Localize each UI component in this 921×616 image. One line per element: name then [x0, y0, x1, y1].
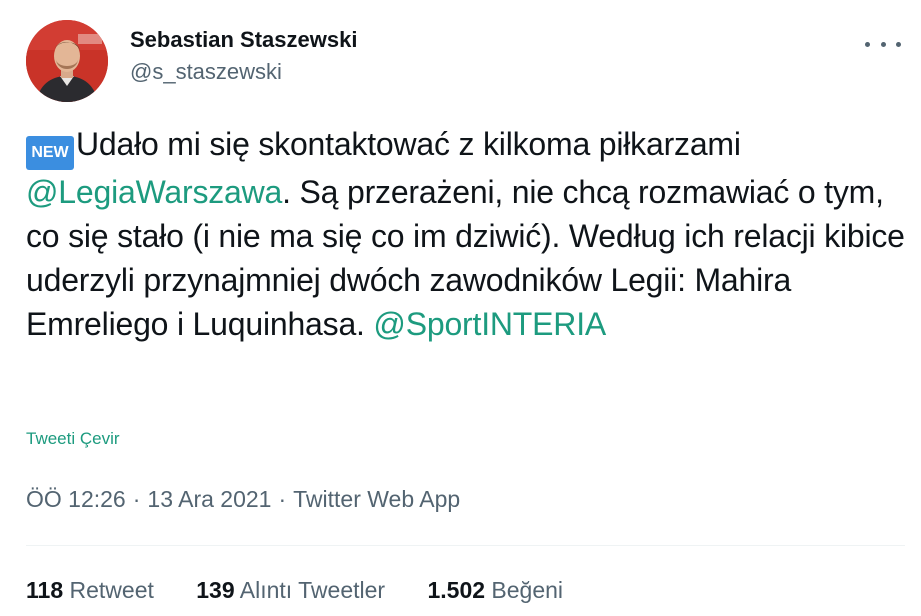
- mention-link-legia[interactable]: @LegiaWarszawa: [26, 174, 282, 210]
- likes-stat[interactable]: 1.502 Beğeni: [427, 574, 563, 606]
- divider: [26, 545, 905, 546]
- tweet-header: Sebastian Staszewski @s_staszewski: [26, 20, 905, 102]
- ellipsis-icon: [865, 41, 870, 47]
- more-options-button[interactable]: [865, 34, 901, 54]
- tweet-meta: ÖÖ 12:26 · 13 Ara 2021 · Twitter Web App: [26, 484, 460, 514]
- avatar[interactable]: [26, 20, 108, 102]
- retweets-count: 118: [26, 577, 64, 603]
- ellipsis-icon-dot: [896, 41, 901, 47]
- translate-tweet-link[interactable]: Tweeti Çevir: [26, 428, 120, 450]
- retweets-stat[interactable]: 118 Retweet: [26, 574, 154, 606]
- tweet-text: NEW Udało mi się skontaktować z kilkoma p…: [26, 122, 906, 346]
- quote-tweets-label: Alıntı Tweetler: [239, 577, 386, 603]
- tweet-stats: 118 Retweet 139 Alıntı Tweetler 1.502 Be…: [26, 574, 599, 606]
- meta-separator: ·: [132, 486, 141, 512]
- tweet-text-part-1: Udało mi się skontaktować z kilkoma piłk…: [76, 126, 741, 162]
- tweet-card: Sebastian Staszewski @s_staszewski NEW Ud…: [0, 0, 921, 616]
- ellipsis-icon-dot: [880, 41, 886, 47]
- quote-tweets-count: 139: [196, 577, 235, 603]
- likes-count: 1.502: [427, 577, 486, 603]
- avatar-photo: [26, 20, 108, 102]
- author-handle[interactable]: @s_staszewski: [130, 58, 357, 86]
- tweet-time[interactable]: ÖÖ 12:26: [26, 486, 126, 512]
- new-badge-icon: NEW: [26, 136, 74, 170]
- tweet-source[interactable]: Twitter Web App: [293, 486, 460, 512]
- retweets-label: Retweet: [69, 577, 154, 603]
- author-names: Sebastian Staszewski @s_staszewski: [130, 26, 357, 86]
- author-display-name[interactable]: Sebastian Staszewski: [130, 26, 357, 54]
- quote-tweets-stat[interactable]: 139 Alıntı Tweetler: [196, 574, 385, 606]
- meta-separator: ·: [278, 486, 287, 512]
- tweet-date[interactable]: 13 Ara 2021: [147, 486, 271, 512]
- likes-label: Beğeni: [491, 577, 564, 603]
- mention-link-sportinteria[interactable]: @SportINTERIA: [373, 306, 606, 342]
